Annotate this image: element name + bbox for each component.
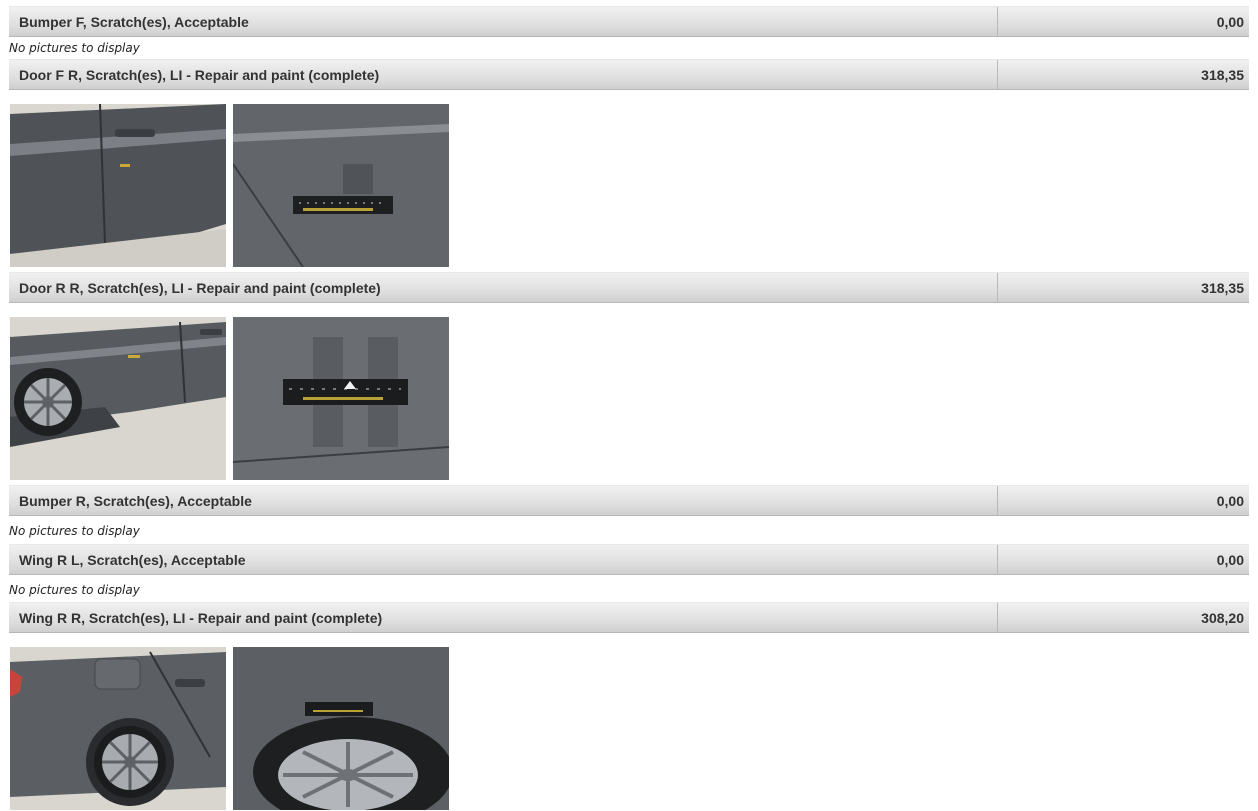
damage-description: Door F R, Scratch(es), LI - Repair and p… [9,60,998,89]
damage-item-header[interactable]: Wing R R, Scratch(es), LI - Repair and p… [9,602,1249,633]
damage-item-header[interactable]: Bumper F, Scratch(es), Acceptable 0,00 [9,6,1249,37]
damage-closeup-photo[interactable] [233,104,449,267]
no-pictures-text: No pictures to display [9,524,140,538]
damage-item: Wing R R, Scratch(es), LI - Repair and p… [9,602,1249,633]
damage-price: 0,00 [1216,551,1244,568]
damage-item: Bumper R, Scratch(es), Acceptable 0,00 [9,485,1249,516]
damage-item-header[interactable]: Door R R, Scratch(es), LI - Repair and p… [9,272,1249,303]
damage-item: Door R R, Scratch(es), LI - Repair and p… [9,272,1249,303]
damage-item-header[interactable]: Bumper R, Scratch(es), Acceptable 0,00 [9,485,1249,516]
damage-item-header[interactable]: Door F R, Scratch(es), LI - Repair and p… [9,59,1249,90]
damage-price: 318,35 [1201,279,1244,296]
car-door-photo[interactable] [10,317,226,480]
damage-description: Wing R L, Scratch(es), Acceptable [9,545,998,574]
damage-item: Bumper F, Scratch(es), Acceptable 0,00 [9,6,1249,37]
car-wheel-photo[interactable] [233,647,449,810]
damage-item: Door F R, Scratch(es), LI - Repair and p… [9,59,1249,90]
no-pictures-text: No pictures to display [9,583,140,597]
no-pictures-text: No pictures to display [9,41,140,55]
photo-gallery [10,104,449,267]
photo-gallery [10,647,449,810]
damage-price: 0,00 [1216,13,1244,30]
damage-description: Bumper F, Scratch(es), Acceptable [9,7,998,36]
damage-item: Wing R L, Scratch(es), Acceptable 0,00 [9,544,1249,575]
damage-description: Door R R, Scratch(es), LI - Repair and p… [9,273,998,302]
damage-price: 308,20 [1201,609,1244,626]
damage-price: 0,00 [1216,492,1244,509]
car-wheel-photo[interactable] [10,647,226,810]
damage-item-header[interactable]: Wing R L, Scratch(es), Acceptable 0,00 [9,544,1249,575]
damage-description: Bumper R, Scratch(es), Acceptable [9,486,998,515]
car-door-photo[interactable] [10,104,226,267]
damage-description: Wing R R, Scratch(es), LI - Repair and p… [9,603,998,632]
damage-price: 318,35 [1201,66,1244,83]
photo-gallery [10,317,449,480]
damage-closeup-photo[interactable] [233,317,449,480]
